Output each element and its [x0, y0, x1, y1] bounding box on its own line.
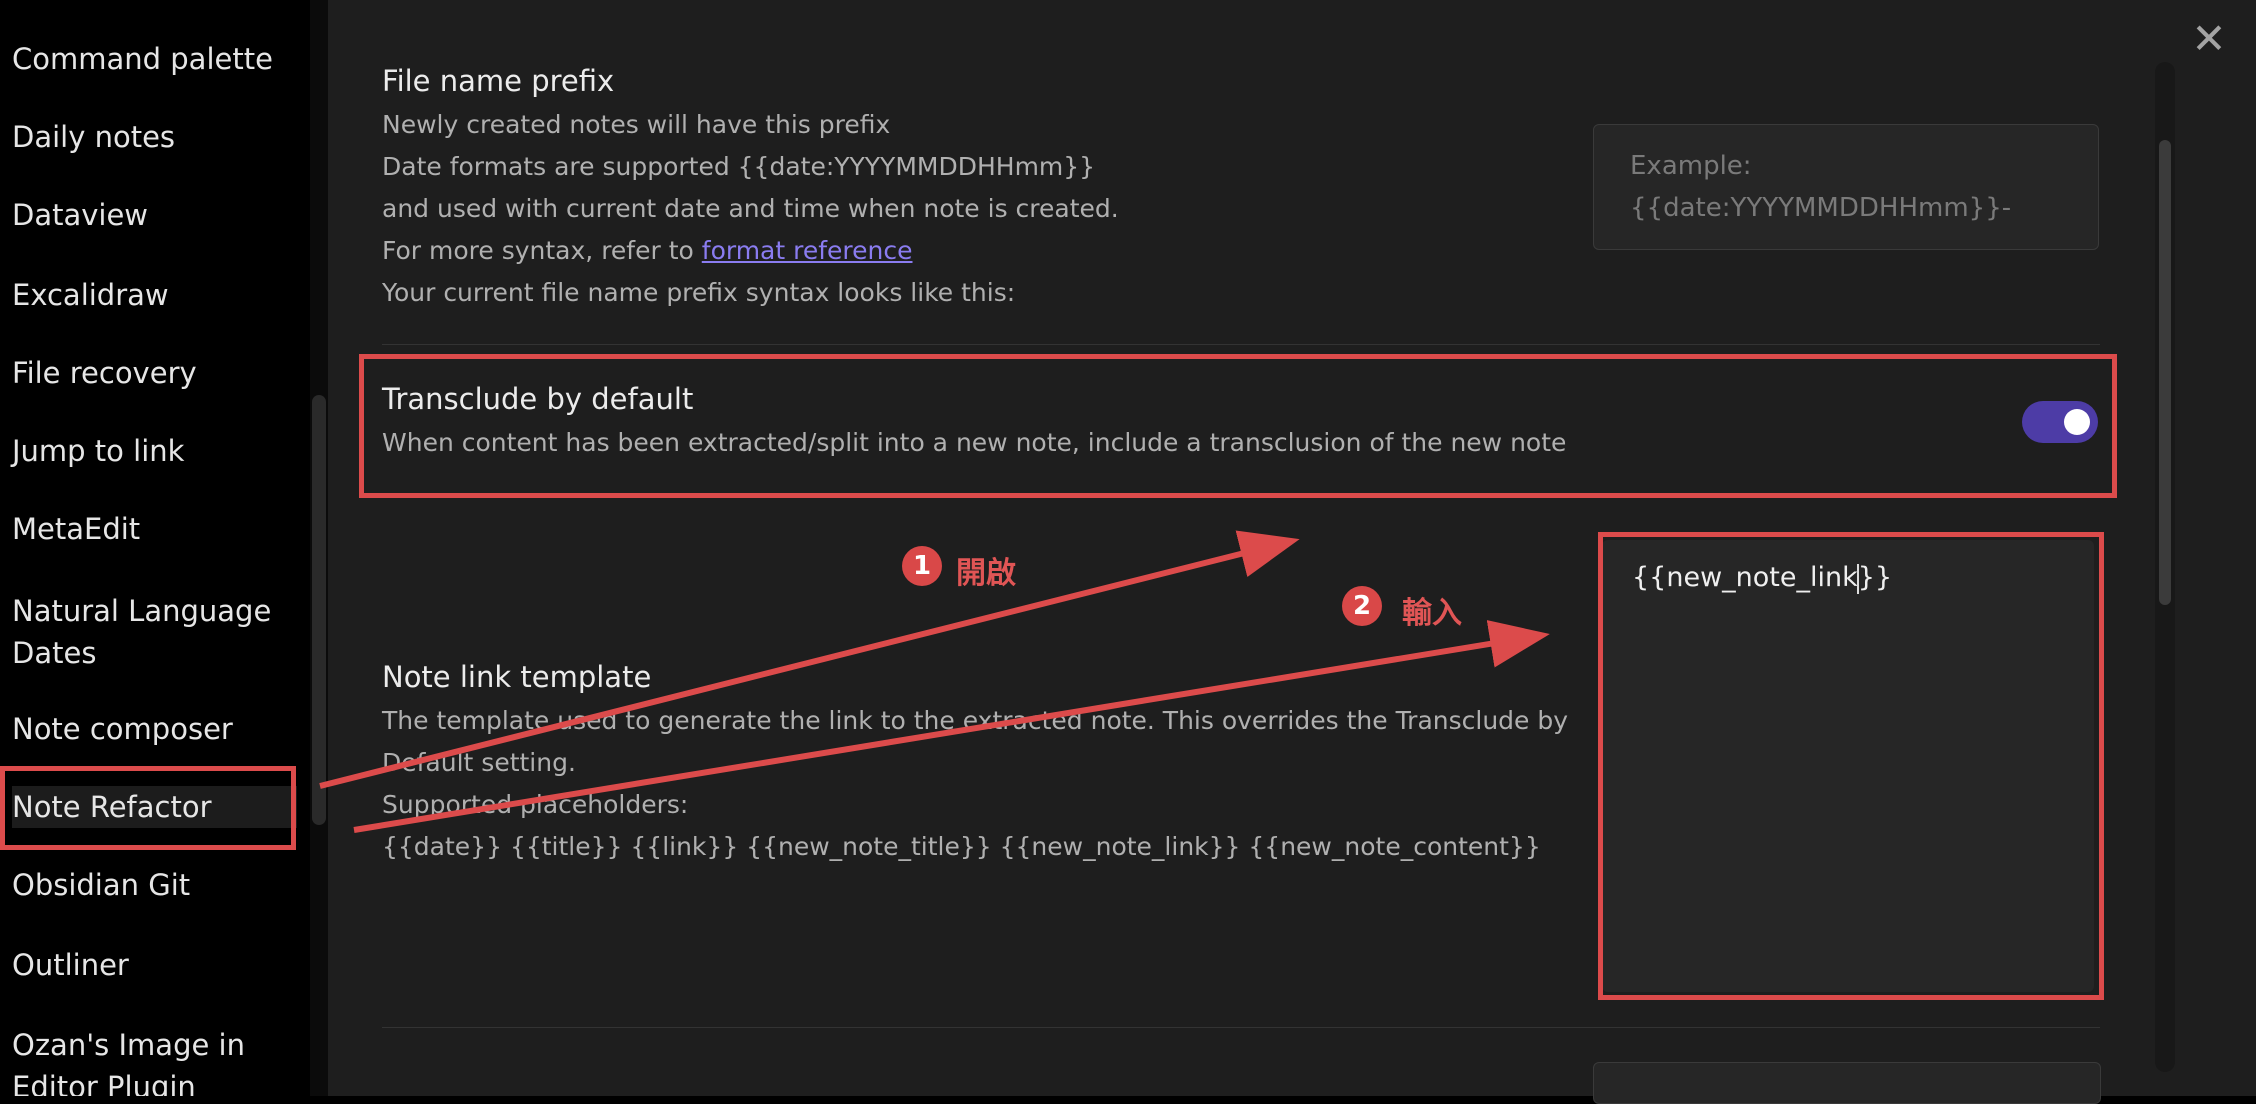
annotation-badge-1: 1: [902, 546, 942, 586]
arrow-step-1: [319, 530, 1300, 789]
annotation-arrows: [319, 530, 1550, 833]
annotation-label-1: 開啟: [956, 556, 1016, 591]
annotation-label-2: 輸入: [1402, 596, 1462, 631]
annotation-badge-2: 2: [1342, 586, 1382, 626]
